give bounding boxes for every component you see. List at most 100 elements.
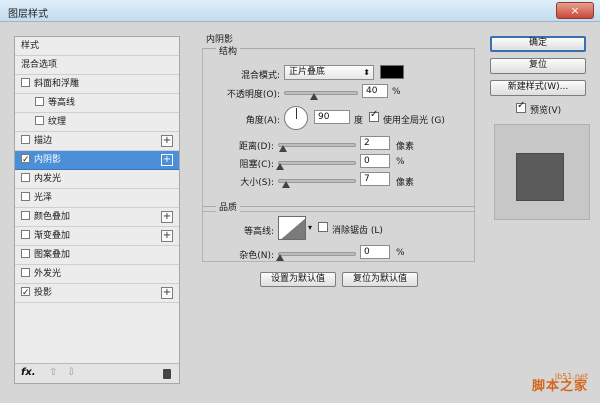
style-list-item[interactable]: 投影 +	[15, 284, 179, 303]
style-list-item[interactable]: 光泽	[15, 189, 179, 208]
add-instance-icon[interactable]: +	[161, 154, 173, 166]
size-slider-thumb[interactable]	[282, 181, 290, 188]
anti-alias-label: 消除锯齿 (L)	[332, 226, 383, 236]
make-default-button[interactable]: 设置为默认值	[260, 272, 336, 287]
style-list-item[interactable]: 内发光	[15, 170, 179, 189]
style-list-footer: fx. ⇧ ⇩	[15, 363, 179, 383]
preview-checkbox[interactable]	[516, 100, 526, 113]
style-list-item-label: 投影	[34, 288, 53, 298]
style-list-item-label: 内阴影	[34, 155, 62, 165]
style-list-item-label: 描边	[34, 136, 53, 146]
angle-input[interactable]: 90	[314, 110, 350, 124]
choke-slider-track[interactable]	[278, 161, 356, 165]
contour-picker[interactable]	[278, 216, 306, 240]
distance-slider-track[interactable]	[278, 143, 356, 147]
style-list-item[interactable]: 等高线	[15, 94, 179, 113]
shadow-color-swatch[interactable]	[380, 65, 404, 79]
angle-unit: 度	[354, 116, 364, 126]
close-button[interactable]: ×	[556, 2, 594, 19]
move-down-icon[interactable]: ⇩	[67, 367, 75, 378]
distance-slider-thumb[interactable]	[279, 145, 287, 152]
style-checkbox[interactable]	[35, 116, 44, 125]
distance-input[interactable]: 2	[360, 136, 390, 150]
style-checkbox[interactable]	[21, 230, 30, 239]
noise-slider-thumb[interactable]	[276, 254, 284, 261]
style-list-item[interactable]: 外发光	[15, 265, 179, 284]
opacity-input[interactable]: 40	[362, 84, 388, 98]
choke-input[interactable]: 0	[360, 154, 390, 168]
quality-title: 品质	[216, 200, 241, 213]
style-list-item[interactable]: 样式	[15, 37, 179, 56]
style-list-item[interactable]: 颜色叠加 +	[15, 208, 179, 227]
watermark-text: 脚本之家	[531, 379, 588, 394]
style-list-item-label: 图案叠加	[34, 250, 71, 260]
style-list-item-label: 等高线	[48, 98, 76, 108]
style-list-item[interactable]: 斜面和浮雕	[15, 75, 179, 94]
contour-label: 等高线:	[243, 227, 274, 237]
chevron-down-icon[interactable]: ▾	[308, 223, 312, 232]
preview-square	[516, 153, 564, 201]
add-instance-icon[interactable]: +	[161, 230, 173, 242]
style-list-item[interactable]: 纹理	[15, 113, 179, 132]
style-checkbox[interactable]	[21, 78, 30, 87]
dialog-body: 样式混合选项斜面和浮雕等高线纹理描边 + 内阴影 + 内发光光泽颜色叠加 + 渐变叠加 + 图案…	[6, 22, 594, 398]
reset-button[interactable]: 复位	[490, 58, 586, 74]
blend-mode-value: 正片叠底	[289, 67, 326, 77]
opacity-slider-thumb[interactable]	[310, 93, 318, 100]
style-list-item-label: 混合选项	[21, 60, 58, 70]
chevron-updown-icon: ⬍	[363, 68, 370, 77]
style-preview	[494, 124, 590, 220]
style-checkbox[interactable]	[21, 211, 30, 220]
blend-mode-select[interactable]: 正片叠底 ⬍	[284, 65, 374, 80]
angle-dial[interactable]	[284, 106, 308, 130]
style-list-item[interactable]: 渐变叠加 +	[15, 227, 179, 246]
trash-icon[interactable]	[163, 369, 171, 379]
global-light-checkbox[interactable]	[369, 109, 379, 122]
style-list-item-label: 斜面和浮雕	[34, 79, 80, 89]
reset-default-button[interactable]: 复位为默认值	[342, 272, 418, 287]
opacity-label: 不透明度(O):	[226, 90, 280, 100]
style-list-item-label: 渐变叠加	[34, 231, 71, 241]
style-list-item[interactable]: 图案叠加	[15, 246, 179, 265]
style-list-item-label: 样式	[21, 41, 40, 51]
add-instance-icon[interactable]: +	[161, 135, 173, 147]
style-list-item-label: 外发光	[34, 269, 62, 279]
style-checkbox[interactable]	[21, 192, 30, 201]
style-checkbox[interactable]	[21, 173, 30, 182]
angle-label: 角度(A):	[245, 116, 280, 126]
style-list-item-label: 光泽	[34, 193, 53, 203]
style-list-item[interactable]: 描边 +	[15, 132, 179, 151]
size-label: 大小(S):	[240, 178, 274, 188]
add-instance-icon[interactable]: +	[161, 287, 173, 299]
style-checkbox[interactable]	[21, 268, 30, 277]
style-list-item-label: 颜色叠加	[34, 212, 71, 222]
add-instance-icon[interactable]: +	[161, 211, 173, 223]
new-style-button[interactable]: 新建样式(W)...	[490, 80, 586, 96]
style-list-item-label: 内发光	[34, 174, 62, 184]
distance-label: 距离(D):	[239, 142, 274, 152]
style-list-item[interactable]: 混合选项	[15, 56, 179, 75]
style-checkbox[interactable]	[21, 151, 30, 169]
watermark: jb51.net 脚本之家	[531, 372, 588, 394]
opacity-slider-track[interactable]	[284, 91, 358, 95]
size-input[interactable]: 7	[360, 172, 390, 186]
anti-alias-checkbox[interactable]	[318, 222, 328, 232]
style-list: 样式混合选项斜面和浮雕等高线纹理描边 + 内阴影 + 内发光光泽颜色叠加 + 渐变叠加 + 图案…	[14, 36, 180, 384]
style-list-item[interactable]: 内阴影 +	[15, 151, 179, 170]
style-checkbox[interactable]	[35, 97, 44, 106]
ok-button[interactable]: 确定	[490, 36, 586, 52]
style-checkbox[interactable]	[21, 135, 30, 144]
choke-label: 阻塞(C):	[239, 160, 274, 170]
choke-slider-thumb[interactable]	[276, 163, 284, 170]
angle-needle	[296, 108, 297, 119]
style-checkbox[interactable]	[21, 249, 30, 258]
noise-label: 杂色(N):	[239, 251, 274, 261]
preview-label: 预览(V)	[530, 106, 562, 116]
move-up-icon[interactable]: ⇧	[49, 367, 57, 378]
dialog-title-bar: 图层样式 ×	[0, 0, 600, 22]
style-checkbox[interactable]	[21, 284, 30, 302]
noise-input[interactable]: 0	[360, 245, 390, 259]
noise-slider-track[interactable]	[278, 252, 356, 256]
opacity-unit: %	[392, 87, 401, 97]
fx-icon[interactable]: fx.	[21, 367, 36, 378]
